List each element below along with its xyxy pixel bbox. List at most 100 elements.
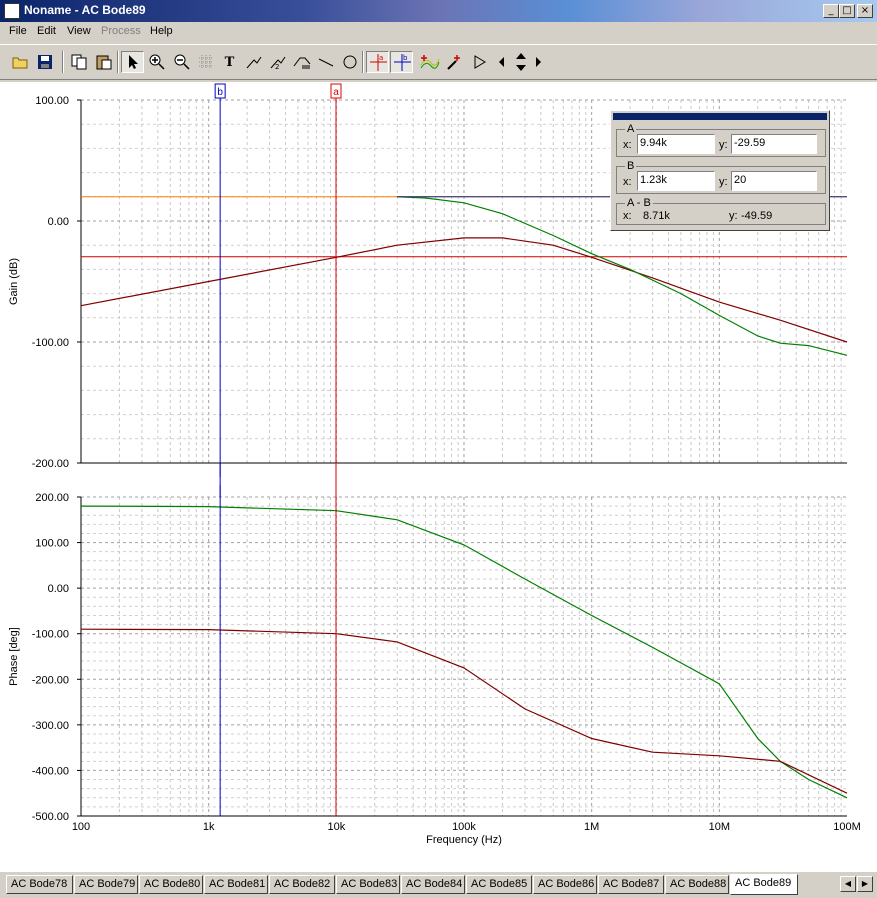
nav-right-icon[interactable] — [532, 51, 544, 73]
x-tick-label: 1M — [584, 821, 599, 833]
play-icon[interactable] — [468, 51, 491, 73]
cursor-b-group-label: B — [625, 160, 637, 172]
sheet-tab[interactable]: AC Bode87 — [598, 875, 664, 894]
sheet-tab[interactable]: AC Bode81 — [204, 875, 268, 894]
cursor-diff-x-label: x: — [623, 210, 632, 222]
menu-edit[interactable]: Edit — [37, 25, 56, 37]
sheet-tab[interactable]: AC Bode83 — [336, 875, 400, 894]
bode-plot-area[interactable]: 100.00 0.00 -100.00 -200.00 Gain (dB) 200.00 1… — [0, 82, 877, 872]
zoom-out-icon[interactable] — [170, 51, 193, 73]
menu-process[interactable]: Process — [101, 25, 141, 37]
paste-icon[interactable] — [92, 51, 115, 73]
cursor-b-x-field[interactable]: 1.23k — [637, 171, 715, 191]
open-icon[interactable] — [8, 51, 31, 73]
svg-text:a: a — [379, 54, 383, 62]
label-icon[interactable] — [242, 51, 265, 73]
y-axis-label: Gain (dB) — [8, 258, 20, 305]
cursor-diff-x-value: 8.71k — [643, 210, 670, 222]
minimize-button[interactable]: _ — [823, 4, 839, 18]
cursor-diff-group-label: A - B — [625, 197, 653, 209]
sheet-tab[interactable]: AC Bode80 — [139, 875, 203, 894]
y-tick-label: -500.00 — [32, 811, 69, 823]
sheet-tab[interactable]: AC Bode79 — [74, 875, 138, 894]
save-icon[interactable] — [33, 51, 56, 73]
x-tick-label: 10k — [327, 821, 345, 833]
cursor-diff-group: A - B x: 8.71k y: -49.59 — [616, 197, 826, 225]
menu-file[interactable]: File — [9, 25, 27, 37]
panel-gap — [0, 477, 877, 485]
cursor-b-tag-label: b — [217, 87, 223, 98]
app-icon[interactable] — [4, 3, 20, 19]
sheet-tab[interactable]: AC Bode78 — [6, 875, 73, 894]
x-tick-label: 100M — [833, 821, 861, 833]
phase-chart: 200.00 100.00 0.00 -100.00 -200.00 -300.00 -40… — [8, 492, 861, 846]
cursor-b-x-label: x: — [623, 176, 632, 188]
cursor-diff-y-value: -49.59 — [741, 210, 773, 222]
close-button[interactable]: × — [857, 4, 873, 18]
label2-icon[interactable]: 2 — [266, 51, 289, 73]
cursor-a-tag-label: a — [333, 87, 339, 98]
line-icon[interactable] — [314, 51, 337, 73]
y-tick-label: 100.00 — [35, 538, 69, 550]
y-tick-label: -200.00 — [32, 674, 69, 686]
zoom-in-icon[interactable] — [145, 51, 168, 73]
tab-scroll-left-icon[interactable]: ◀ — [840, 876, 856, 892]
y-tick-label: -100.00 — [32, 337, 69, 349]
cursor-a-y-label: y: — [719, 139, 728, 151]
x-tick-label: 1k — [203, 821, 215, 833]
x-axis-label: Frequency (Hz) — [426, 834, 502, 846]
cursor-a-x-field[interactable]: 9.94k — [637, 134, 715, 154]
cursor-a-group-label: A — [625, 123, 637, 135]
toolbar: T 2 a b — [0, 44, 877, 80]
toolbar-separator — [362, 51, 364, 73]
y-tick-label: 0.00 — [48, 583, 69, 595]
y-tick-label: -100.00 — [32, 629, 69, 641]
menu-help[interactable]: Help — [150, 25, 173, 37]
cursor-diff-y-label: y: — [729, 210, 738, 222]
sheet-tab[interactable]: AC Bode84 — [401, 875, 465, 894]
cursor-readout-panel[interactable]: A x: 9.94k y: -29.59 B x: 1.23k y: 20 A … — [610, 110, 830, 231]
y-tick-label: 100.00 — [35, 95, 69, 107]
sheet-tab-bar: AC Bode78 AC Bode79 AC Bode80 AC Bode81 AC B… — [0, 874, 877, 898]
sheet-tab[interactable]: AC Bode88 — [665, 875, 729, 894]
x-tick-label: 100k — [452, 821, 476, 833]
toolbar-separator — [117, 51, 119, 73]
text-icon[interactable]: T — [218, 51, 241, 73]
x-tick-label: 10M — [709, 821, 730, 833]
cursor-a-icon[interactable]: a — [366, 51, 389, 73]
y-tick-label: 0.00 — [48, 216, 69, 228]
cursor-panel-titlebar[interactable] — [613, 113, 827, 120]
sheet-tab[interactable]: AC Bode86 — [533, 875, 597, 894]
grid-icon[interactable] — [194, 51, 217, 73]
circle-icon[interactable] — [338, 51, 361, 73]
tab-scroll-right-icon[interactable]: ▶ — [857, 876, 873, 892]
svg-text:b: b — [403, 54, 408, 62]
cursor-a-x-label: x: — [623, 139, 632, 151]
cursor-a-y-field[interactable]: -29.59 — [731, 134, 817, 154]
maximize-button[interactable]: □ — [839, 4, 855, 18]
cursor-b-group: B x: 1.23k y: 20 — [616, 160, 826, 194]
title-bar: Noname - AC Bode89 _ □ × — [0, 0, 877, 22]
nav-updown-icon[interactable] — [512, 51, 530, 73]
add-curve-icon[interactable] — [418, 51, 441, 73]
gain-series-1 — [80, 237, 848, 343]
y-axis-label: Phase [deg] — [8, 627, 20, 686]
cursor-b-y-field[interactable]: 20 — [731, 171, 817, 191]
axis-label-icon[interactable] — [290, 51, 313, 73]
sheet-tab[interactable]: AC Bode85 — [466, 875, 532, 894]
y-tick-label: -400.00 — [32, 765, 69, 777]
pointer-icon[interactable] — [121, 51, 144, 73]
probe-icon[interactable] — [443, 51, 466, 73]
cursor-b-y-label: y: — [719, 176, 728, 188]
menu-view[interactable]: View — [67, 25, 91, 37]
nav-left-icon[interactable] — [496, 51, 508, 73]
sheet-tab[interactable]: AC Bode89 — [730, 874, 798, 895]
copy-icon[interactable] — [67, 51, 90, 73]
sheet-tab[interactable]: AC Bode82 — [269, 875, 335, 894]
y-tick-label: -300.00 — [32, 720, 69, 732]
window-title: Noname - AC Bode89 — [24, 3, 146, 17]
cursor-b-icon[interactable]: b — [390, 51, 413, 73]
svg-text:2: 2 — [275, 63, 279, 70]
y-tick-label: 200.00 — [35, 492, 69, 504]
x-tick-label: 100 — [72, 821, 90, 833]
